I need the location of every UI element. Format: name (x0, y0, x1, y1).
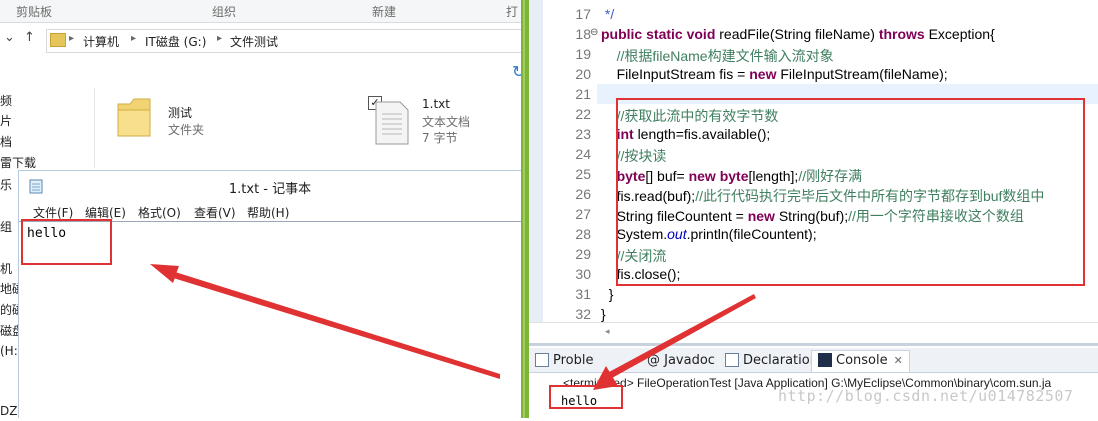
line-number: 21 (575, 86, 591, 102)
window-title: 1.txt - 记事本 (228, 182, 312, 197)
tab-label: Proble (553, 353, 594, 368)
up-arrow-icon[interactable]: ↑ (24, 30, 35, 45)
line-number: 31 (575, 286, 591, 302)
line-number: 26 (575, 186, 591, 202)
file-item-folder[interactable]: 测试 文件夹 (110, 92, 310, 148)
editor-left-ruler (529, 0, 543, 343)
line-number: 28 (575, 226, 591, 242)
address-bar-row: ⌄ ↑ ▸ 计算机 ▸ IT磁盘 (G:) ▸ 文件测试 (0, 25, 522, 55)
file-name: 1.txt (422, 97, 450, 111)
file-type: 文本文档 (422, 115, 471, 129)
line-number: 19 (575, 46, 591, 62)
ribbon-group-open: 打 (506, 5, 519, 19)
nav-item-thunder-downloads[interactable]: 雷下载 (0, 154, 36, 171)
window-separator-highlight (523, 0, 525, 418)
code-line: public static void readFile(String fileN… (601, 26, 995, 42)
chevron-right-icon: ▸ (217, 33, 223, 44)
tab-label: Declaration (743, 353, 818, 368)
chevron-down-icon[interactable]: ⌄ (4, 30, 15, 45)
file-size: 7 字节 (422, 131, 458, 145)
breadcrumb-computer[interactable]: 计算机 (83, 33, 119, 50)
ribbon-group-clipboard: 剪贴板 (16, 5, 53, 19)
file-item-1txt[interactable]: ✓ 1.txt 文本文档 7 字节 (364, 94, 522, 150)
line-number: 22 (575, 106, 591, 122)
menu-help[interactable]: 帮助(H) (247, 204, 289, 221)
address-bar[interactable]: ▸ 计算机 ▸ IT磁盘 (G:) ▸ 文件测试 (46, 29, 522, 53)
fold-collapse-icon[interactable]: ⊖ (590, 27, 598, 38)
editor-horizontal-scrollbar[interactable]: ◂ (529, 322, 1098, 343)
view-tab-bar: Proble @ Javadoc Declaration Console ✕ (529, 348, 1098, 373)
problems-icon (535, 352, 549, 367)
breadcrumb-folder[interactable]: 文件测试 (230, 33, 278, 50)
nav-item-music[interactable]: 乐 (0, 176, 12, 193)
nav-item-computer[interactable]: 机 (0, 260, 12, 277)
nav-item-drive-h[interactable]: (H: (0, 344, 18, 358)
declaration-icon (725, 352, 739, 367)
menu-view[interactable]: 查看(V) (194, 204, 236, 221)
file-type: 文件夹 (168, 123, 205, 137)
notepad-window: 1.txt - 记事本 文件(F) 编辑(E) 格式(O) 查看(V) 帮助(H… (18, 170, 522, 419)
line-number: 32 (575, 306, 591, 322)
annotation-box-console (549, 385, 623, 409)
folder-icon (117, 98, 151, 137)
pane-divider (94, 88, 95, 168)
annotation-box-notepad (21, 219, 112, 265)
ribbon-group-organize: 组织 (212, 5, 237, 19)
code-line: } (601, 306, 606, 322)
scroll-left-icon[interactable]: ◂ (605, 327, 610, 337)
tab-problems[interactable]: Proble (535, 352, 594, 371)
line-number: 20 (575, 66, 591, 82)
text-document-icon (375, 101, 409, 145)
ribbon-group-new: 新建 (372, 5, 397, 19)
console-icon (818, 352, 832, 367)
chevron-right-icon: ▸ (69, 33, 75, 44)
line-number: 27 (575, 206, 591, 222)
code-line: FileInputStream fis = new FileInputStrea… (616, 66, 948, 82)
console-view: Proble @ Javadoc Declaration Console ✕ <t… (529, 343, 1098, 421)
line-number: 23 (575, 126, 591, 142)
menu-format[interactable]: 格式(O) (138, 204, 181, 221)
tab-declaration[interactable]: Declaration (725, 352, 818, 371)
code-line: //根据fileName构建文件输入流对象 (616, 48, 834, 64)
notepad-menubar: 文件(F) 编辑(E) 格式(O) 查看(V) 帮助(H) (19, 201, 521, 221)
line-number: 29 (575, 246, 591, 262)
code-line: */ (601, 6, 615, 22)
ribbon-groups-bar: 剪贴板 组织 新建 打 (0, 0, 522, 23)
annotation-box-code (616, 98, 1085, 286)
line-number: 17 (575, 6, 591, 22)
line-number: 30 (575, 266, 591, 282)
tab-javadoc[interactable]: @ Javadoc (647, 353, 715, 371)
line-number: 25 (575, 166, 591, 182)
notepad-titlebar[interactable]: 1.txt - 记事本 (19, 171, 521, 201)
code-line: } (601, 286, 614, 302)
breadcrumb-drive-g[interactable]: IT磁盘 (G:) (145, 33, 206, 50)
tab-console[interactable]: Console ✕ (811, 350, 910, 372)
folder-icon (50, 33, 66, 47)
line-number: 18 (575, 26, 591, 42)
file-name: 测试 (168, 106, 193, 120)
close-icon[interactable]: ✕ (894, 354, 903, 367)
nav-item-pictures[interactable]: 片 (0, 112, 12, 129)
nav-item-homegroup[interactable]: 组 (0, 218, 12, 235)
nav-item-documents[interactable]: 档 (0, 133, 12, 150)
chevron-right-icon: ▸ (131, 33, 137, 44)
tab-label: Console (836, 353, 888, 368)
line-number: 24 (575, 146, 591, 162)
nav-item-videos[interactable]: 频 (0, 92, 12, 109)
nav-item-network[interactable]: DZ (0, 404, 17, 418)
watermark: http://blog.csdn.net/u014782507 (778, 387, 1074, 405)
